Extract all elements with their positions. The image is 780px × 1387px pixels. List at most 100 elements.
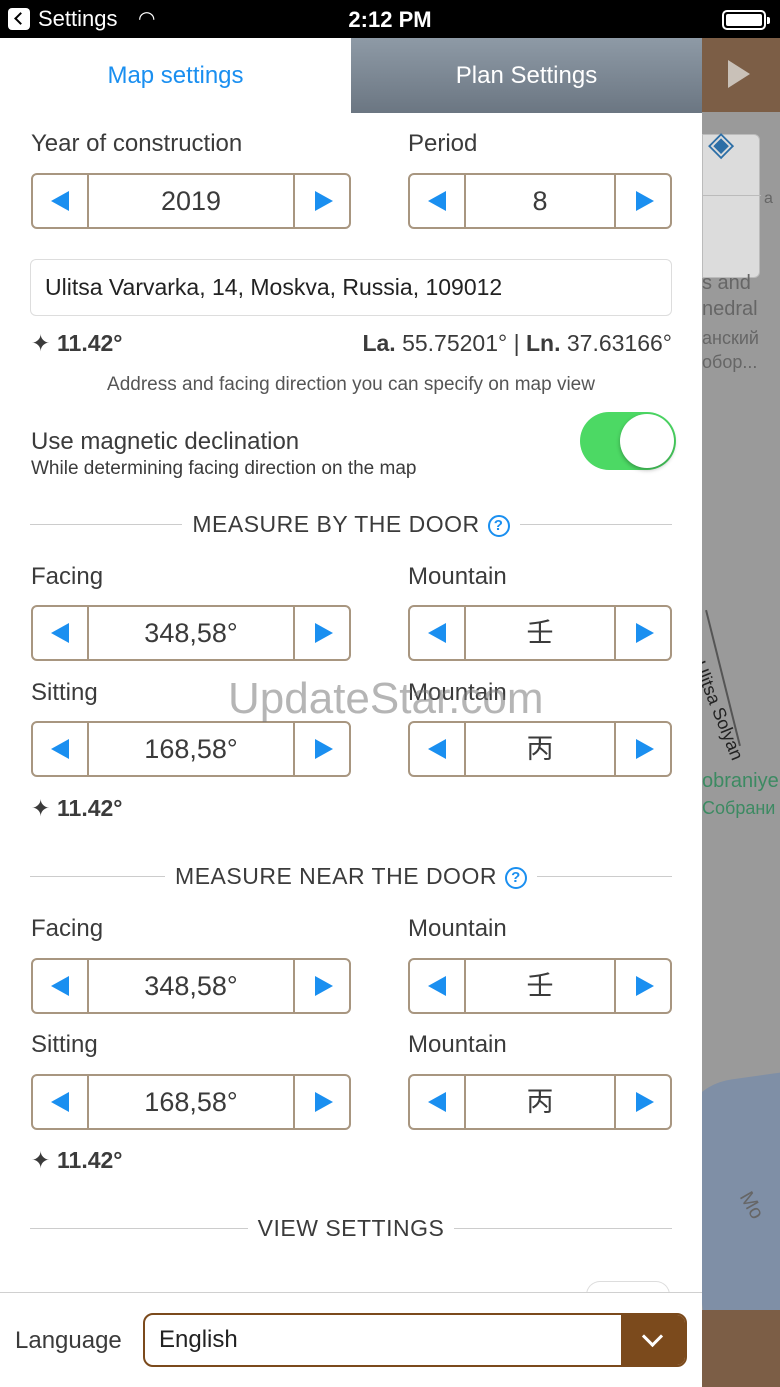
increment-arrow-icon[interactable] [293, 723, 349, 775]
magnetic-toggle-title: Use magnetic declination [31, 428, 300, 455]
decrement-arrow-icon[interactable] [410, 1076, 466, 1128]
settings-panel: Map settings Plan Settings Year of const… [0, 38, 702, 1387]
increment-arrow-icon[interactable] [614, 175, 670, 227]
period-value: 8 [532, 186, 548, 216]
mountain-value: 壬 [526, 971, 554, 1001]
decrement-arrow-icon[interactable] [410, 960, 466, 1012]
battery-icon [722, 10, 770, 30]
mountain-stepper: 壬 [408, 958, 672, 1014]
mountain-stepper: 丙 [408, 1074, 672, 1130]
tab-map-settings[interactable]: Map settings [0, 38, 351, 113]
sitting-label: Sitting [31, 1031, 98, 1058]
map-label: a [764, 190, 773, 207]
coords-separator: | [513, 330, 520, 356]
declination-readout: ✦ 11.42° [31, 330, 123, 357]
map-label: obraniye [702, 770, 779, 792]
sitting-label: Sitting [31, 679, 98, 706]
decrement-arrow-icon[interactable] [33, 175, 89, 227]
mountain-label: Mountain [408, 915, 507, 942]
sitting-stepper: 168,58° [31, 1074, 351, 1130]
year-value: 2019 [160, 186, 222, 216]
sitting-value: 168,58° [144, 734, 238, 764]
map-toolbar [702, 38, 780, 112]
increment-arrow-icon[interactable] [614, 960, 670, 1012]
mountain-value: 丙 [526, 1087, 554, 1117]
help-icon[interactable]: ? [487, 515, 510, 537]
magnet-icon: ✦ [31, 1147, 51, 1173]
year-label: Year of construction [31, 130, 243, 157]
facing-label: Facing [31, 915, 104, 942]
section-title: VIEW SETTINGS [257, 1215, 445, 1241]
map-label: s and [702, 272, 751, 294]
status-bar: Settings ◠ 2:12 PM [0, 0, 780, 38]
play-icon[interactable] [728, 60, 750, 88]
mountain-value: 丙 [526, 734, 554, 764]
declination-readout: ✦ 11.42° [31, 795, 123, 822]
decrement-arrow-icon[interactable] [410, 723, 466, 775]
decrement-arrow-icon[interactable] [410, 607, 466, 659]
help-icon[interactable]: ? [504, 867, 527, 889]
facing-stepper: 348,58° [31, 605, 351, 661]
section-title: MEASURE NEAR THE DOOR [175, 863, 497, 889]
coordinates: La. 55.75201° | Ln. 37.63166° [362, 330, 672, 357]
layers-icon[interactable]: ◈ [708, 124, 734, 164]
declination-readout: ✦ 11.42° [31, 1147, 123, 1174]
map-label: nedral [702, 298, 758, 320]
mountain-value: 壬 [526, 618, 554, 648]
language-label: Language [15, 1327, 122, 1354]
increment-arrow-icon[interactable] [293, 607, 349, 659]
tab-bar: Map settings Plan Settings [0, 38, 702, 113]
sitting-stepper: 168,58° [31, 721, 351, 777]
increment-arrow-icon[interactable] [293, 1076, 349, 1128]
increment-arrow-icon[interactable] [614, 723, 670, 775]
magnetic-toggle-subtitle: While determining facing direction on th… [31, 458, 417, 479]
section-measure-near-door: MEASURE NEAR THE DOOR? [30, 861, 672, 891]
address-note: Address and facing direction you can spe… [107, 374, 595, 395]
declination-value: 11.42° [57, 795, 123, 821]
facing-value: 348,58° [144, 618, 238, 648]
section-title: MEASURE BY THE DOOR [192, 511, 480, 537]
map-label: Собрани [702, 798, 776, 818]
map-label: анский [702, 328, 759, 348]
section-measure-by-door: MEASURE BY THE DOOR? [30, 509, 672, 539]
period-label: Period [408, 130, 478, 157]
year-stepper: 2019 [31, 173, 351, 229]
mountain-stepper: 丙 [408, 721, 672, 777]
map-view[interactable]: a ◈ s and nedral анский обор... Ulitsa S… [702, 38, 780, 1387]
magnetic-declination-toggle[interactable] [580, 412, 676, 470]
toggle-knob [620, 414, 674, 468]
map-bottom-bar [702, 1310, 780, 1387]
map-label: Ulitsa Solyan [702, 658, 748, 763]
increment-arrow-icon[interactable] [614, 1076, 670, 1128]
declination-value: 11.42° [57, 1147, 123, 1173]
language-value: English [159, 1326, 238, 1353]
mountain-stepper: 壬 [408, 605, 672, 661]
sitting-value: 168,58° [144, 1087, 238, 1117]
decrement-arrow-icon[interactable] [33, 960, 89, 1012]
magnet-icon: ✦ [31, 330, 51, 356]
chevron-down-icon[interactable] [621, 1315, 685, 1365]
increment-arrow-icon[interactable] [293, 175, 349, 227]
latitude-label: La. [362, 330, 396, 356]
language-footer: Language English [0, 1292, 702, 1387]
mountain-label: Mountain [408, 1031, 507, 1058]
clock: 2:12 PM [348, 7, 432, 32]
section-view-settings: VIEW SETTINGS [30, 1213, 672, 1243]
decrement-arrow-icon[interactable] [33, 723, 89, 775]
period-stepper: 8 [408, 173, 672, 229]
decrement-arrow-icon[interactable] [410, 175, 466, 227]
facing-stepper: 348,58° [31, 958, 351, 1014]
increment-arrow-icon[interactable] [293, 960, 349, 1012]
magnet-icon: ✦ [31, 795, 51, 821]
declination-value: 11.42° [57, 330, 123, 356]
map-label: обор... [702, 352, 758, 372]
decrement-arrow-icon[interactable] [33, 1076, 89, 1128]
mountain-label: Mountain [408, 563, 507, 590]
longitude-label: Ln. [525, 330, 561, 356]
address-field[interactable]: Ulitsa Varvarka, 14, Moskva, Russia, 109… [30, 259, 672, 316]
tab-plan-settings[interactable]: Plan Settings [351, 38, 702, 113]
longitude-value: 37.63166° [566, 330, 672, 356]
decrement-arrow-icon[interactable] [33, 607, 89, 659]
increment-arrow-icon[interactable] [614, 607, 670, 659]
language-select[interactable]: English [143, 1313, 687, 1367]
